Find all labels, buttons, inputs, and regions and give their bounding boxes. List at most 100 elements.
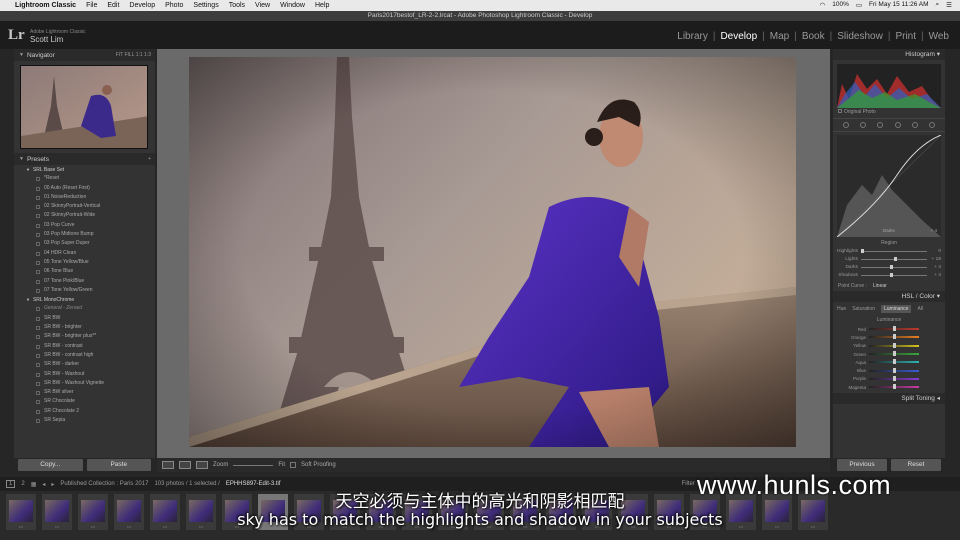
- clock[interactable]: Fri May 15 11:26 AM: [869, 1, 929, 9]
- preset-item[interactable]: SR BW - Washout: [14, 370, 155, 379]
- original-photo-checkbox[interactable]: [838, 109, 842, 113]
- reset-button[interactable]: Reset: [891, 459, 941, 471]
- region-slider-value[interactable]: + 4: [927, 265, 941, 270]
- region-slider[interactable]: [861, 256, 927, 261]
- luminance-slider[interactable]: [869, 367, 919, 373]
- search-icon[interactable]: ⌕: [936, 1, 940, 9]
- region-slider-value[interactable]: + 18: [927, 257, 941, 262]
- slider-thumb[interactable]: [894, 256, 897, 261]
- hsl-tab[interactable]: All: [917, 306, 923, 312]
- slider-thumb[interactable]: [893, 375, 896, 381]
- menu-develop[interactable]: Develop: [129, 2, 155, 9]
- region-slider[interactable]: [861, 264, 927, 269]
- slider-thumb[interactable]: [893, 359, 896, 365]
- slider-thumb[interactable]: [893, 326, 896, 332]
- main-photo[interactable]: [189, 57, 796, 447]
- presets-header[interactable]: ▼ Presets +: [14, 153, 155, 165]
- point-curve-select[interactable]: Linear: [873, 283, 887, 289]
- preset-item[interactable]: 02 SkinnyPortrait-Vertical: [14, 202, 155, 211]
- slider-thumb[interactable]: [890, 272, 893, 277]
- luminance-slider[interactable]: [869, 375, 919, 381]
- preset-item[interactable]: 05 Tone Yellow/Blue: [14, 258, 155, 267]
- preset-item[interactable]: 03 Pop Super Duper: [14, 239, 155, 248]
- preset-item[interactable]: SR BW - Washout Vignette: [14, 379, 155, 388]
- preset-item[interactable]: SR BW - brighter: [14, 323, 155, 332]
- original-photo-label[interactable]: Original Photo: [833, 108, 945, 116]
- preset-folder[interactable]: ▼ SRL Base Set: [14, 165, 155, 174]
- luminance-slider[interactable]: [869, 334, 919, 340]
- menu-tools[interactable]: Tools: [229, 2, 245, 9]
- radial-filter-icon[interactable]: [911, 122, 918, 128]
- hsl-tab[interactable]: Luminance: [880, 305, 912, 313]
- preset-item[interactable]: 07 Tone Yellow/Green: [14, 286, 155, 295]
- preset-item[interactable]: 06 Tone Blue: [14, 267, 155, 276]
- menu-edit[interactable]: Edit: [107, 2, 119, 9]
- zoom-fit[interactable]: FIT: [116, 52, 123, 58]
- luminance-slider[interactable]: [869, 342, 919, 348]
- slider-thumb[interactable]: [893, 351, 896, 357]
- right-panel-collapse[interactable]: [945, 49, 960, 458]
- menu-file[interactable]: File: [86, 2, 97, 9]
- preset-item[interactable]: SR BW: [14, 314, 155, 323]
- preset-item[interactable]: 01 NoiseReduction: [14, 193, 155, 202]
- zoom-1-3[interactable]: 1:3: [144, 52, 151, 58]
- battery-label[interactable]: 100%: [832, 1, 849, 9]
- before-after-icon[interactable]: [179, 461, 191, 469]
- region-slider[interactable]: [861, 272, 927, 277]
- histogram[interactable]: [837, 64, 941, 108]
- hsl-tab[interactable]: Hue: [837, 306, 846, 312]
- menu-photo[interactable]: Photo: [165, 2, 183, 9]
- region-slider[interactable]: [861, 248, 927, 253]
- slider-thumb[interactable]: [893, 334, 896, 340]
- hsl-header[interactable]: HSL / Color ▾: [833, 291, 945, 302]
- luminance-slider[interactable]: [869, 359, 919, 365]
- navigator-header[interactable]: ▼ Navigator FIT FILL 1:1 1:3: [14, 49, 155, 61]
- loupe-view-icon[interactable]: [162, 461, 174, 469]
- slider-thumb[interactable]: [890, 264, 893, 269]
- preset-item[interactable]: 04 HDR Clean: [14, 249, 155, 258]
- preset-item[interactable]: SR Chocolate 2: [14, 407, 155, 416]
- preset-item[interactable]: General - Zeroed: [14, 304, 155, 313]
- preset-item[interactable]: SR BW - contrast high: [14, 351, 155, 360]
- preset-folder[interactable]: ▼ SRL MonoChrome: [14, 295, 155, 304]
- adjustment-brush-icon[interactable]: [929, 122, 936, 128]
- paste-button[interactable]: Paste: [86, 459, 151, 471]
- graduated-filter-icon[interactable]: [894, 122, 901, 128]
- red-eye-icon[interactable]: [877, 122, 884, 128]
- module-slideshow[interactable]: Slideshow: [832, 31, 888, 42]
- histogram-header[interactable]: Histogram ▾: [833, 49, 945, 60]
- copy-button[interactable]: Copy...: [18, 459, 83, 471]
- wifi-icon[interactable]: ◠: [820, 1, 826, 9]
- folder-triangle-icon[interactable]: ▼: [26, 167, 30, 172]
- preset-item[interactable]: 03 Pop Curve: [14, 221, 155, 230]
- crop-tool-icon[interactable]: [842, 122, 849, 128]
- module-develop[interactable]: Develop: [715, 31, 762, 42]
- module-map[interactable]: Map: [765, 31, 794, 42]
- preset-item[interactable]: SR Chocolate: [14, 397, 155, 406]
- menu-list-icon[interactable]: ☰: [946, 1, 952, 9]
- menu-view[interactable]: View: [255, 2, 270, 9]
- zoom-slider[interactable]: [233, 464, 274, 466]
- preset-item[interactable]: 02 SkinnyPortrait-Wide: [14, 211, 155, 220]
- module-book[interactable]: Book: [797, 31, 830, 42]
- preset-item[interactable]: SR BW silver: [14, 388, 155, 397]
- zoom-fill[interactable]: FILL: [124, 52, 134, 58]
- zoom-1-1[interactable]: 1:1: [136, 52, 143, 58]
- navigator-preview[interactable]: [20, 65, 148, 149]
- navigator-zoom-options[interactable]: FIT FILL 1:1 1:3: [116, 52, 151, 58]
- folder-triangle-icon[interactable]: ▼: [26, 297, 30, 302]
- menu-help[interactable]: Help: [315, 2, 329, 9]
- preset-item[interactable]: *Reset: [14, 174, 155, 183]
- image-canvas[interactable]: [157, 49, 830, 458]
- luminance-slider[interactable]: [869, 351, 919, 357]
- menu-settings[interactable]: Settings: [193, 2, 218, 9]
- region-slider-value[interactable]: + 4: [927, 273, 941, 278]
- preset-item[interactable]: 07 Tone Pink/Blue: [14, 277, 155, 286]
- spot-removal-icon[interactable]: [859, 122, 866, 128]
- preset-item[interactable]: SR BW - darker: [14, 360, 155, 369]
- menu-app[interactable]: Lightroom Classic: [15, 2, 76, 9]
- add-preset-icon[interactable]: +: [148, 156, 151, 162]
- module-library[interactable]: Library: [672, 31, 713, 42]
- split-toning-header[interactable]: Split Toning ◂: [833, 393, 945, 405]
- preset-item[interactable]: SR BW - brighter plus**: [14, 332, 155, 341]
